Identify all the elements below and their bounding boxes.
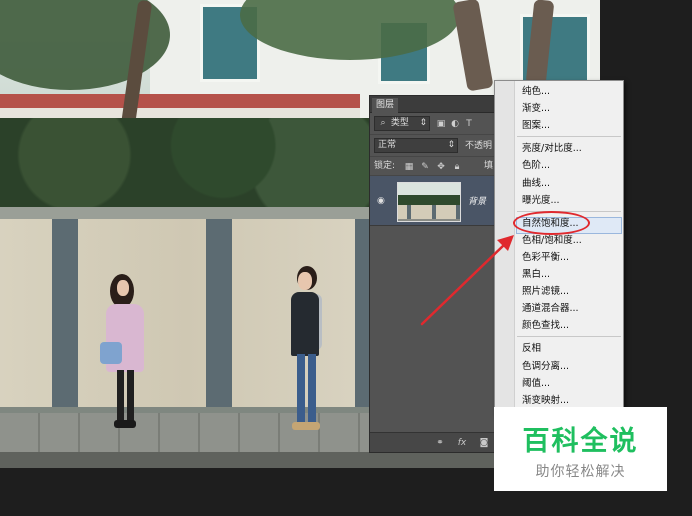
- watermark-subtitle: 助你轻松解决: [535, 464, 626, 480]
- opacity-label: 不透明: [465, 141, 493, 151]
- menu-item[interactable]: 阈值...: [522, 376, 550, 392]
- fx-icon[interactable]: fx: [456, 437, 468, 449]
- lock-label: 锁定:: [374, 161, 396, 171]
- woman-leg: [127, 370, 134, 422]
- menu-item[interactable]: 照片滤镜...: [522, 284, 569, 300]
- menu-item[interactable]: 黑白...: [522, 267, 550, 283]
- thumb-pillar: [407, 205, 411, 219]
- annotation-circle: [513, 211, 590, 235]
- photo-roof: [0, 94, 360, 108]
- watermark-title: 百科全说: [522, 426, 639, 457]
- lock-transparent-icon[interactable]: ▦: [404, 162, 414, 172]
- thumb-hedge: [398, 195, 460, 205]
- menu-item[interactable]: 色调分离...: [522, 359, 569, 375]
- lock-row: 锁定: ▦ ✎ ✥ 🔒︎ 填: [370, 157, 496, 176]
- menu-separator: [517, 336, 621, 338]
- woman-bag: [100, 342, 122, 364]
- layer-filter-row: ⌕ 类型 ⇕ ▣ ◐ T: [370, 113, 496, 135]
- photo-man: [288, 266, 328, 436]
- adjustment-filter-icon[interactable]: ◐: [450, 119, 460, 129]
- layers-panel: 图层 ⌕ 类型 ⇕ ▣ ◐ T 正常 ⇕ 不透明 锁定: ▦ ✎ ✥ 🔒︎ 填 …: [369, 95, 496, 453]
- filter-kind-label: 类型: [390, 118, 409, 128]
- adjustment-layer-menu: 纯色... 渐变... 图案... 亮度/对比度... 色阶... 曲线... 曝光度...…: [494, 80, 624, 416]
- lock-brush-icon[interactable]: ✎: [420, 162, 430, 172]
- type-filter-icon[interactable]: T: [464, 119, 474, 129]
- layers-panel-tabbar: 图层: [370, 96, 496, 113]
- search-icon: ⌕: [380, 118, 386, 128]
- man-leg: [308, 354, 316, 424]
- menu-separator: [517, 136, 621, 138]
- woman-leg: [117, 370, 124, 422]
- watermark-badge: 百科全说 助你轻松解决: [494, 407, 667, 491]
- layers-tab[interactable]: 图层: [372, 98, 399, 113]
- photo-wall-pillar: [206, 219, 232, 409]
- photo-woman: [100, 274, 150, 434]
- lock-move-icon[interactable]: ✥: [436, 162, 446, 172]
- menu-item[interactable]: 通道混合器...: [522, 301, 579, 317]
- filter-kind-select[interactable]: ⌕ 类型 ⇕: [374, 116, 430, 131]
- menu-item[interactable]: 颜色查找...: [522, 318, 569, 334]
- menu-item[interactable]: 反相: [522, 341, 541, 357]
- menu-item[interactable]: 图案...: [522, 118, 550, 134]
- stepper-arrows-icon: ⇕: [419, 118, 427, 128]
- photo-wall-cap: [0, 207, 372, 219]
- menu-item[interactable]: 渐变...: [522, 101, 550, 117]
- blend-mode-label: 正常: [378, 140, 397, 150]
- layer-thumbnail: [397, 182, 461, 222]
- menu-item[interactable]: 色相/饱和度...: [522, 233, 582, 249]
- visibility-eye-icon[interactable]: ◉: [377, 196, 389, 206]
- thumb-pillar: [456, 205, 460, 219]
- woman-face: [117, 280, 129, 296]
- thumb-pavement: [398, 219, 460, 221]
- layer-row-background[interactable]: ◉ 背景: [370, 176, 496, 226]
- menu-item[interactable]: 色彩平衡...: [522, 250, 569, 266]
- fill-label: 填: [484, 161, 494, 171]
- thumb-pillar: [432, 205, 436, 219]
- blend-mode-select[interactable]: 正常 ⇕: [374, 138, 458, 153]
- lock-all-icon[interactable]: 🔒︎: [452, 162, 462, 172]
- man-vest: [291, 292, 319, 356]
- menu-item[interactable]: 色阶...: [522, 158, 550, 174]
- stepper-arrows-icon: ⇕: [447, 140, 455, 150]
- pixel-filter-icon[interactable]: ▣: [436, 119, 446, 129]
- blend-row: 正常 ⇕ 不透明: [370, 135, 496, 157]
- menu-item[interactable]: 曝光度...: [522, 193, 560, 209]
- menu-gutter: [495, 81, 515, 415]
- layer-name: 背景: [468, 197, 487, 207]
- menu-item[interactable]: 曲线...: [522, 176, 550, 192]
- layers-panel-footer: ⚭ fx ◙: [370, 432, 496, 452]
- link-icon[interactable]: ⚭: [434, 437, 446, 449]
- man-leg: [297, 354, 305, 424]
- menu-item[interactable]: 亮度/对比度...: [522, 141, 582, 157]
- photo-wall-pillar: [52, 219, 78, 409]
- woman-boots: [114, 420, 136, 428]
- man-face: [298, 272, 312, 290]
- layer-mask-icon[interactable]: ◙: [478, 437, 490, 449]
- menu-item[interactable]: 纯色...: [522, 84, 550, 100]
- photo-hedge: [0, 118, 372, 210]
- man-shoes: [292, 422, 320, 430]
